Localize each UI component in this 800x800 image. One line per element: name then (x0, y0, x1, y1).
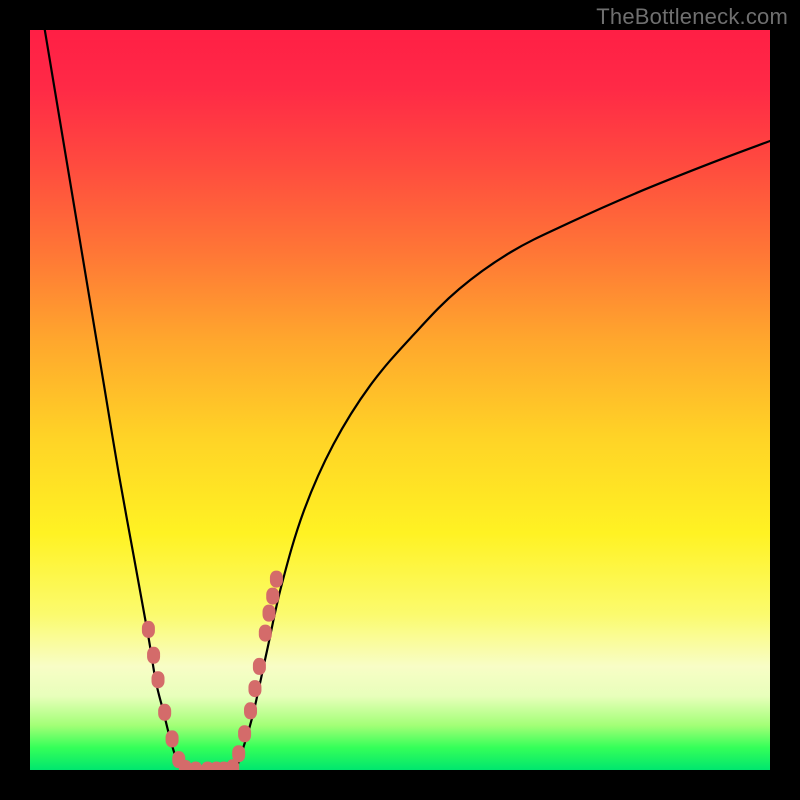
chart-stage: TheBottleneck.com (0, 0, 800, 800)
data-marker (147, 647, 160, 664)
data-marker (259, 625, 272, 642)
data-marker (270, 571, 283, 588)
data-marker (266, 588, 279, 605)
data-marker (253, 658, 266, 675)
data-marker (142, 621, 155, 638)
data-marker (263, 605, 276, 622)
curve-layer (30, 30, 770, 770)
plot-area (30, 30, 770, 770)
marker-group (142, 571, 283, 770)
data-marker (158, 704, 171, 721)
data-marker (248, 680, 261, 697)
data-marker (232, 745, 245, 762)
data-marker (152, 671, 165, 688)
watermark-text: TheBottleneck.com (596, 4, 788, 30)
data-marker (244, 702, 257, 719)
data-marker (166, 730, 179, 747)
data-marker (238, 725, 251, 742)
data-marker (189, 762, 202, 771)
